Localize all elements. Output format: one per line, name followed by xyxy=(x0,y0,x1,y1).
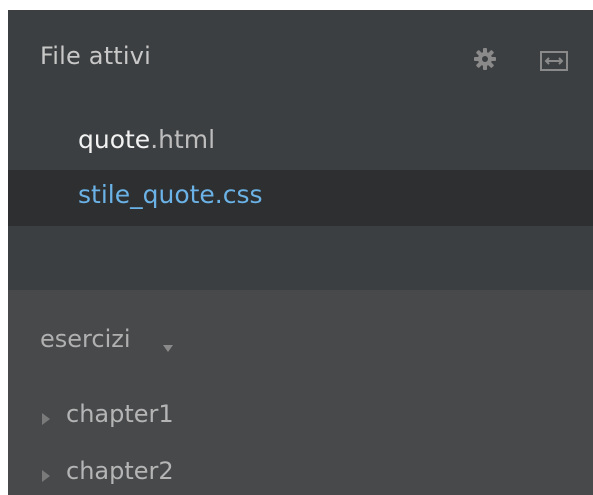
file-label: stile_quote.css xyxy=(78,180,263,209)
file-name: quote xyxy=(78,125,151,154)
project-files: esercizi chapter1 chapter2 xyxy=(8,290,593,495)
chevron-right-icon[interactable] xyxy=(42,467,50,482)
chevron-down-icon[interactable] xyxy=(163,338,173,352)
file-extension: .css xyxy=(214,180,263,209)
folder-label: chapter2 xyxy=(66,457,174,485)
gear-icon[interactable] xyxy=(474,48,496,70)
working-set-title: File attivi xyxy=(40,42,152,70)
project-dropdown[interactable]: esercizi xyxy=(40,325,131,353)
working-file-stile-quote-css[interactable]: stile_quote.css xyxy=(8,170,593,226)
file-label: quote.html xyxy=(78,125,215,154)
working-set: File attivi quote.html stile_quote.css xyxy=(8,10,593,290)
working-file-quote-html[interactable]: quote.html xyxy=(8,115,593,171)
chevron-right-icon[interactable] xyxy=(42,410,50,425)
working-set-header: File attivi xyxy=(8,10,593,110)
sidebar-screenshot: File attivi quote.html stile_quote.css e… xyxy=(0,0,593,495)
file-name: stile_quote xyxy=(78,180,215,209)
file-extension: .html xyxy=(150,125,216,154)
split-view-icon[interactable] xyxy=(540,51,568,71)
sidebar-panel: File attivi quote.html stile_quote.css e… xyxy=(8,10,593,495)
folder-label: chapter1 xyxy=(66,400,174,428)
